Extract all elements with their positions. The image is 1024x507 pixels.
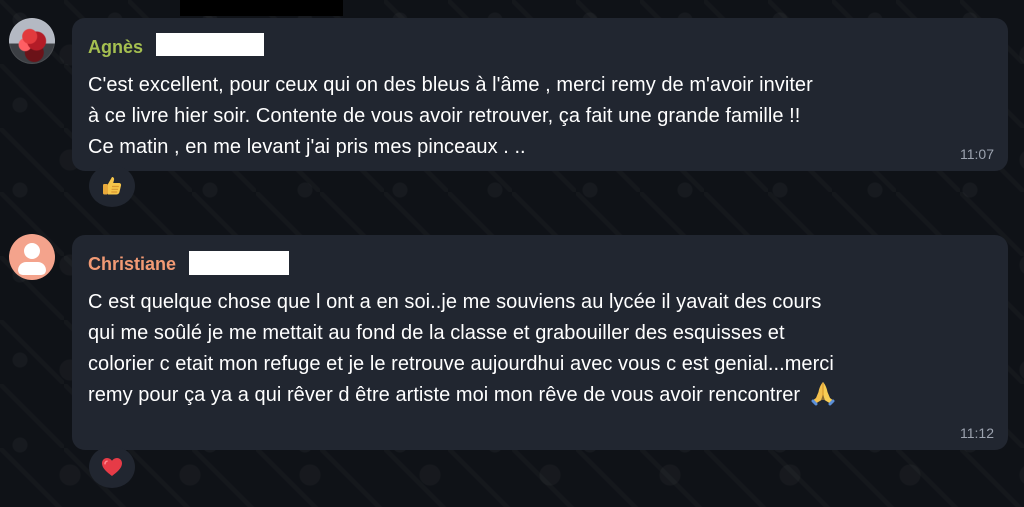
message-line: Ce matin , en me levant j'ai pris mes pi… bbox=[88, 136, 526, 158]
praying-hands-icon bbox=[811, 382, 835, 406]
message-line: remy pour ça ya a qui rêver d être artis… bbox=[88, 380, 983, 411]
message-line: colorier c etait mon refuge et je le ret… bbox=[88, 353, 834, 375]
message-line: qui me soûlé je me mettait au fond de la… bbox=[88, 322, 785, 344]
sender-name-redaction bbox=[189, 251, 289, 275]
avatar-agnes[interactable] bbox=[9, 18, 55, 64]
message-text: C'est excellent, pour ceux qui on des bl… bbox=[88, 70, 983, 163]
sender-name[interactable]: Christiane bbox=[88, 253, 176, 275]
message-timestamp: 11:12 bbox=[960, 425, 994, 441]
message-line-text: remy pour ça ya a qui rêver d être artis… bbox=[88, 384, 801, 406]
user-head-icon bbox=[24, 243, 40, 259]
avatar-christiane[interactable] bbox=[9, 234, 55, 280]
sender-name-redaction bbox=[156, 33, 264, 56]
message-timestamp: 11:07 bbox=[960, 146, 994, 162]
message-line: à ce livre hier soir. Contente de vous a… bbox=[88, 105, 801, 127]
thumbs-up-icon bbox=[103, 177, 122, 195]
message-bubble-agnes[interactable]: Agnès C'est excellent, pour ceux qui on … bbox=[72, 18, 1008, 171]
message-text: C est quelque chose que l ont a en soi..… bbox=[88, 287, 983, 411]
message-line: C'est excellent, pour ceux qui on des bl… bbox=[88, 74, 813, 96]
heart-reaction[interactable] bbox=[89, 446, 135, 488]
red-heart-icon bbox=[102, 458, 122, 476]
chat-thread[interactable]: Agnès C'est excellent, pour ceux qui on … bbox=[0, 0, 1024, 507]
message-bubble-christiane[interactable]: Christiane C est quelque chose que l ont… bbox=[72, 235, 1008, 450]
thumbs-up-reaction[interactable] bbox=[89, 165, 135, 207]
sender-name[interactable]: Agnès bbox=[88, 36, 143, 58]
user-body-icon bbox=[18, 262, 46, 275]
message-line: C est quelque chose que l ont a en soi..… bbox=[88, 291, 822, 313]
